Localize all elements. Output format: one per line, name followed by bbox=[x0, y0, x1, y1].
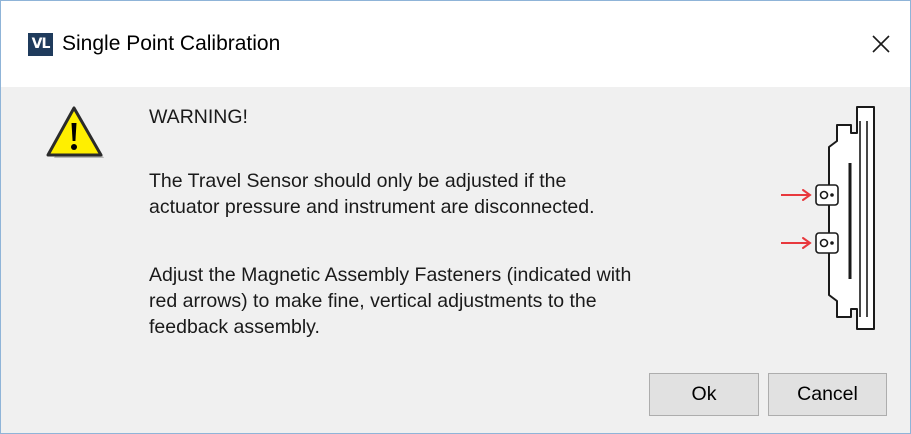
warning-heading: WARNING! bbox=[149, 106, 248, 128]
cancel-button[interactable]: Cancel bbox=[768, 373, 887, 416]
close-button[interactable] bbox=[859, 23, 903, 65]
message-line: The Travel Sensor should only be adjuste… bbox=[149, 170, 567, 192]
single-point-calibration-dialog: VL Single Point Calibration WARNING! The… bbox=[0, 0, 911, 434]
app-logo-icon: VL bbox=[28, 33, 53, 56]
dialog-content: WARNING! The Travel Sensor should only b… bbox=[1, 87, 910, 433]
title-bar[interactable]: VL Single Point Calibration bbox=[1, 1, 910, 87]
window-title: Single Point Calibration bbox=[62, 32, 281, 55]
warning-icon bbox=[46, 106, 104, 158]
magnetic-assembly-diagram bbox=[781, 106, 875, 330]
message-paragraph-2: Adjust the Magnetic Assembly Fasteners (… bbox=[149, 262, 769, 340]
message-line: actuator pressure and instrument are dis… bbox=[149, 196, 595, 218]
close-icon bbox=[872, 35, 890, 53]
message-line: Adjust the Magnetic Assembly Fasteners (… bbox=[149, 264, 632, 286]
ok-button[interactable]: Ok bbox=[649, 373, 759, 416]
message-line: red arrows) to make fine, vertical adjus… bbox=[149, 290, 597, 312]
message-paragraph-1: The Travel Sensor should only be adjuste… bbox=[149, 168, 769, 220]
message-line: feedback assembly. bbox=[149, 316, 320, 338]
